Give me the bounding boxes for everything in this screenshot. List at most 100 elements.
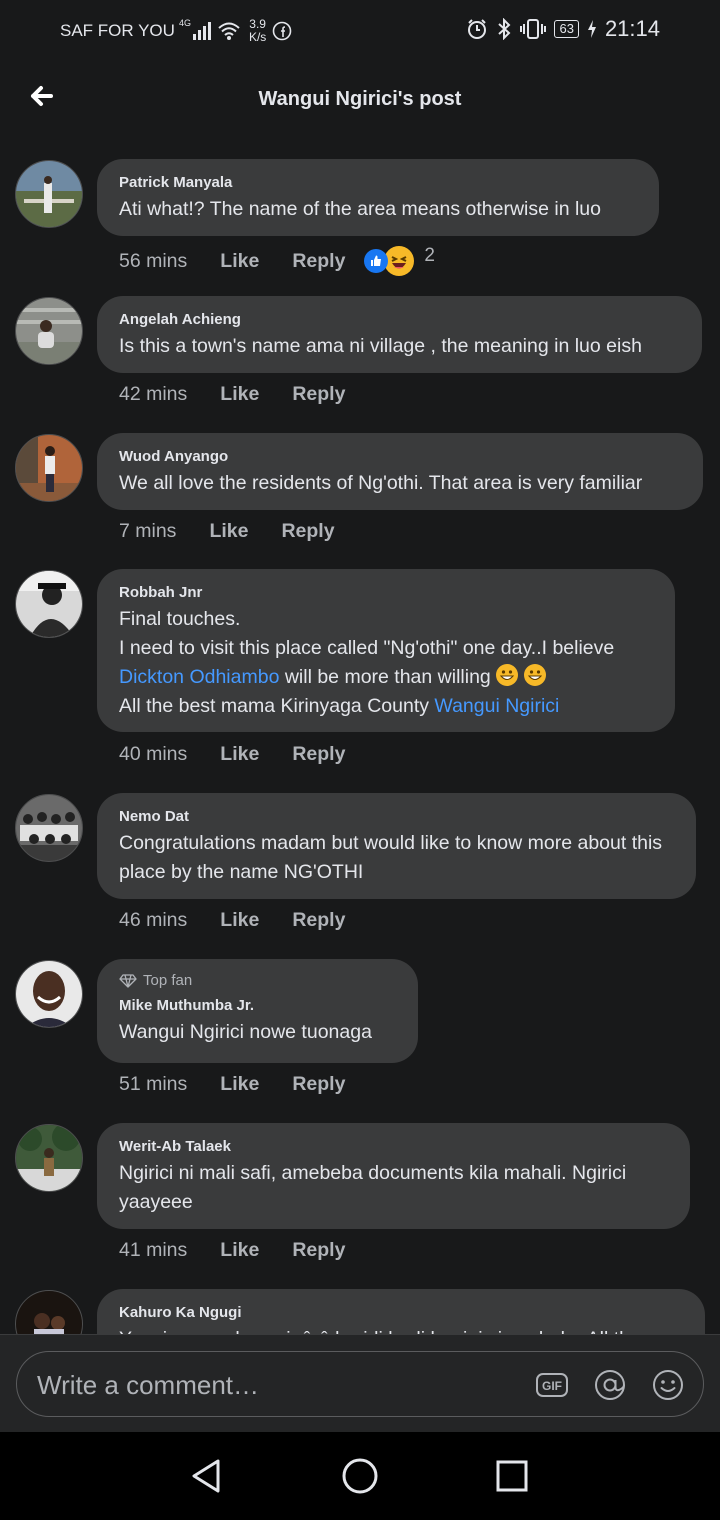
comment-author[interactable]: Robbah Jnr — [119, 584, 653, 601]
comment-text: Yeeni umewaka waigûrû baridi badi banigi… — [119, 1325, 683, 1334]
avatar-photo — [16, 795, 82, 861]
comment-author[interactable]: Nemo Dat — [119, 808, 674, 825]
facebook-notification-icon — [272, 21, 292, 41]
emoji-button[interactable] — [651, 1368, 685, 1402]
haha-reaction-icon — [384, 246, 415, 276]
avatar[interactable] — [15, 794, 83, 862]
square-recents-icon — [496, 1460, 528, 1492]
like-button[interactable]: Like — [220, 1239, 259, 1262]
avatar-photo — [16, 298, 82, 364]
nav-home-button[interactable] — [340, 1456, 380, 1496]
clock: 21:14 — [604, 16, 660, 41]
grinning-emoji-icon — [523, 664, 546, 686]
reaction-summary[interactable]: 2 — [364, 245, 435, 276]
reply-button[interactable]: Reply — [292, 250, 345, 273]
comment-input[interactable] — [35, 1366, 519, 1404]
triangle-back-icon — [192, 1459, 220, 1493]
comment-composer[interactable]: GIF — [16, 1351, 704, 1417]
avatar[interactable] — [15, 1124, 83, 1192]
comment-bubble[interactable]: Robbah Jnr Final touches. I need to visi… — [97, 569, 675, 732]
comment-composer-bar: GIF — [0, 1334, 720, 1433]
network-speed: 3.9 K/s — [249, 18, 266, 44]
comment-author[interactable]: Angelah Achieng — [119, 311, 680, 328]
comment-time[interactable]: 56 mins — [119, 250, 187, 273]
like-button[interactable]: Like — [220, 743, 259, 766]
comment-author[interactable]: Wuod Anyango — [119, 448, 681, 465]
mention-link[interactable]: Dickton Odhiambo — [119, 666, 279, 688]
speed-value: 3.9 — [249, 17, 266, 31]
avatar-photo — [16, 961, 82, 1027]
like-button[interactable]: Like — [209, 520, 248, 543]
avatar[interactable] — [15, 1290, 83, 1334]
comment-bubble[interactable]: Angelah Achieng Is this a town's name am… — [97, 296, 702, 373]
avatar[interactable] — [15, 960, 83, 1028]
reply-button[interactable]: Reply — [281, 520, 334, 543]
comment-actions: 40 mins Like Reply — [119, 743, 378, 766]
comment-bubble[interactable]: Wuod Anyango We all love the residents o… — [97, 433, 703, 510]
status-right: 63 21:14 — [466, 16, 660, 42]
page-title: Wangui Ngirici's post — [258, 88, 462, 110]
gif-icon: GIF — [536, 1373, 568, 1397]
like-button[interactable]: Like — [220, 1073, 259, 1096]
carrier-name: SAF FOR YOU — [60, 21, 175, 40]
comment-time[interactable]: 40 mins — [119, 743, 187, 766]
comment-bubble[interactable]: Kahuro Ka Ngugi Yeeni umewaka waigûrû ba… — [97, 1289, 705, 1334]
reaction-count: 2 — [424, 245, 435, 266]
comment-actions: 42 mins Like Reply — [119, 383, 378, 406]
like-button[interactable]: Like — [220, 250, 259, 273]
comment-author[interactable]: Kahuro Ka Ngugi — [119, 1304, 683, 1321]
comment-bubble[interactable]: Patrick Manyala Ati what!? The name of t… — [97, 159, 659, 236]
comment-line: I need to visit this place called "Ng'ot… — [119, 637, 615, 659]
comment-bubble[interactable]: Werit-Ab Talaek Ngirici ni mali safi, am… — [97, 1123, 690, 1229]
bluetooth-icon — [498, 18, 511, 40]
comment-line: All the best mama Kirinyaga County Wangu… — [119, 692, 653, 721]
comments-list[interactable]: Patrick Manyala Ati what!? The name of t… — [0, 138, 720, 1334]
nav-back-button[interactable] — [186, 1456, 226, 1496]
comment-bubble[interactable]: Nemo Dat Congratulations madam but would… — [97, 793, 696, 899]
comment-line-rest: will be more than willing — [279, 666, 491, 688]
avatar[interactable] — [15, 434, 83, 502]
post-header: Wangui Ngirici's post — [0, 62, 720, 138]
comment-actions: 51 mins Like Reply — [119, 1073, 378, 1096]
comment-time[interactable]: 7 mins — [119, 520, 176, 543]
reply-button[interactable]: Reply — [292, 1239, 345, 1262]
comment-time[interactable]: 42 mins — [119, 383, 187, 406]
nav-recents-button[interactable] — [492, 1456, 532, 1496]
comment-time[interactable]: 46 mins — [119, 909, 187, 932]
reply-button[interactable]: Reply — [292, 743, 345, 766]
gif-label: GIF — [542, 1379, 562, 1393]
comment-text: We all love the residents of Ng'othi. Th… — [119, 472, 643, 494]
reply-button[interactable]: Reply — [292, 383, 345, 406]
avatar[interactable] — [15, 160, 83, 228]
comment-time[interactable]: 51 mins — [119, 1073, 187, 1096]
avatar-photo — [16, 1291, 82, 1334]
comment-text: Is this a town's name ama ni village , t… — [119, 335, 642, 357]
grinning-emoji-icon — [496, 664, 519, 686]
comment-time[interactable]: 41 mins — [119, 1239, 187, 1262]
charging-icon — [587, 20, 596, 38]
gif-button[interactable]: GIF — [535, 1368, 569, 1402]
comment-bubble[interactable]: Top fan Mike Muthumba Jr. Wangui Ngirici… — [97, 959, 418, 1063]
avatar-photo — [16, 435, 82, 501]
avatar-photo — [16, 1125, 82, 1191]
at-sign-icon — [595, 1370, 625, 1400]
signal-icon: 4G — [179, 18, 211, 40]
avatar[interactable] — [15, 297, 83, 365]
comment-author[interactable]: Werit-Ab Talaek — [119, 1138, 668, 1155]
like-button[interactable]: Like — [220, 909, 259, 932]
avatar[interactable] — [15, 570, 83, 638]
reply-button[interactable]: Reply — [292, 1073, 345, 1096]
mention-link[interactable]: Wangui Ngirici — [434, 695, 559, 717]
like-button[interactable]: Like — [220, 383, 259, 406]
reply-button[interactable]: Reply — [292, 909, 345, 932]
system-nav-bar — [0, 1432, 720, 1520]
status-left: SAF FOR YOU 4G 3.9 K/s — [60, 18, 292, 44]
comment-author[interactable]: Mike Muthumba Jr. — [119, 997, 396, 1014]
mention-button[interactable] — [593, 1368, 627, 1402]
comment-actions: 7 mins Like Reply — [119, 520, 368, 543]
diamond-icon — [119, 973, 137, 988]
comment-text: Wangui Ngirici nowe tuonaga — [119, 1021, 372, 1043]
top-fan-badge[interactable]: Top fan — [119, 972, 396, 989]
comment-author[interactable]: Patrick Manyala — [119, 174, 637, 191]
avatar-photo — [16, 571, 82, 637]
